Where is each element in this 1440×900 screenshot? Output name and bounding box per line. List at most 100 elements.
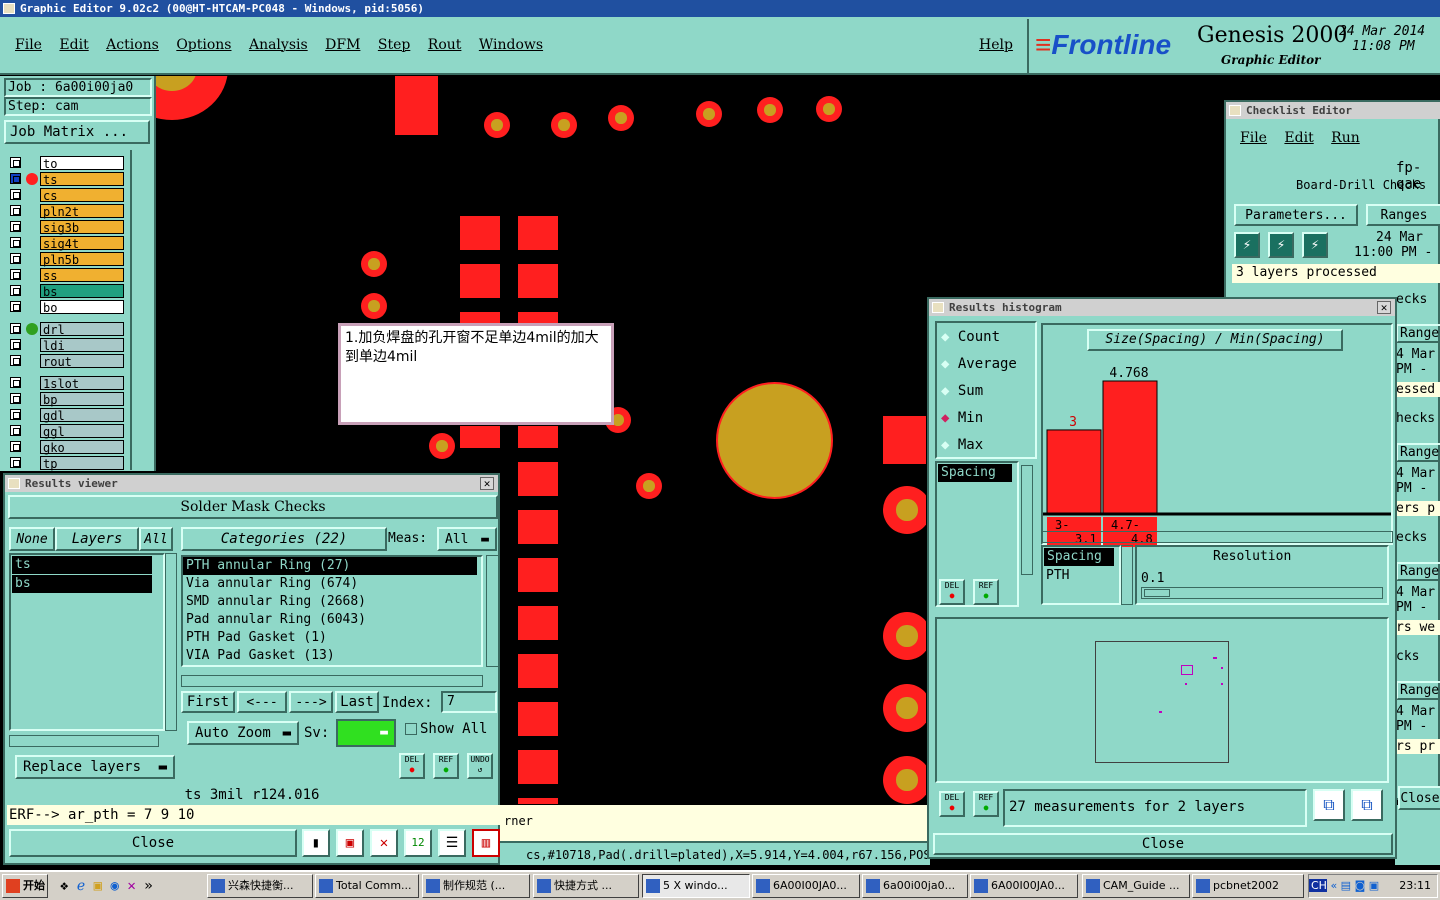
checklist-titlebar[interactable]: Checklist Editor: [1226, 102, 1440, 119]
layer-row[interactable]: drl: [8, 322, 124, 337]
run-check-icon[interactable]: ⚡: [1234, 232, 1260, 258]
rv-del-button[interactable]: DEL ●: [399, 753, 425, 779]
rv-ref-button[interactable]: REF ●: [433, 753, 459, 779]
layer-row[interactable]: bs: [8, 284, 124, 299]
hist-del-button[interactable]: DEL ●: [939, 579, 965, 605]
rv-index-input[interactable]: 7: [441, 691, 497, 713]
taskbar-item[interactable]: 6A00I00JA0...: [970, 874, 1078, 898]
browser-icon[interactable]: ◉: [110, 878, 118, 894]
rv-category-item[interactable]: VIA Pad Gasket (13): [183, 647, 481, 665]
hist-list-scroll[interactable]: [1021, 465, 1033, 575]
layer-checkbox[interactable]: [10, 157, 21, 168]
layer-checkbox[interactable]: [10, 269, 21, 280]
taskbar-item[interactable]: 快捷方式 ...: [533, 874, 639, 898]
layer-name[interactable]: ldi: [40, 338, 124, 353]
rv-prev-button[interactable]: <---: [237, 691, 287, 713]
layer-name[interactable]: pln2t: [40, 204, 124, 219]
rv-next-button[interactable]: --->: [289, 691, 333, 713]
layer-row[interactable]: pln5b: [8, 252, 124, 267]
layer-row[interactable]: bp: [8, 392, 124, 407]
layer-name[interactable]: ggl: [40, 424, 124, 439]
genesis-icon[interactable]: ✕: [127, 878, 135, 894]
results-viewer-titlebar[interactable]: Results viewer ✕: [5, 475, 498, 492]
layer-checkbox[interactable]: [10, 205, 21, 216]
layer-row[interactable]: tp: [8, 456, 124, 471]
layer-row[interactable]: ggl: [8, 424, 124, 439]
layer-checkbox[interactable]: [10, 441, 21, 452]
layer-checkbox[interactable]: [10, 409, 21, 420]
layer-name[interactable]: gdl: [40, 408, 124, 423]
checklist-side-item[interactable]: Ranges: [1396, 681, 1440, 700]
rv-layer-item[interactable]: bs: [12, 575, 152, 593]
window-tool-icon[interactable]: ▣: [336, 829, 364, 857]
chart-tool-icon[interactable]: ▮: [302, 829, 330, 857]
run-check-icon[interactable]: ⚡: [1302, 232, 1328, 258]
layer-checkbox[interactable]: [10, 339, 21, 350]
more-icon[interactable]: »: [144, 878, 152, 894]
job-matrix-button[interactable]: Job Matrix ...: [4, 120, 150, 144]
rv-layer-item[interactable]: ts: [12, 556, 152, 574]
menu-dfm[interactable]: DFM: [325, 37, 360, 53]
layer-checkbox[interactable]: [10, 189, 21, 200]
close-icon[interactable]: ✕: [1377, 301, 1391, 314]
rv-layer-hscroll[interactable]: [9, 735, 159, 747]
rv-category-item[interactable]: Pad annular Ring (6043): [183, 611, 481, 629]
rv-category-hscroll[interactable]: [181, 675, 483, 687]
hist-hscroll[interactable]: [1041, 531, 1393, 543]
checklist-side-item[interactable]: Ranges: [1396, 324, 1440, 343]
menu-rout[interactable]: Rout: [428, 37, 462, 53]
hist-ref2-button[interactable]: REF ●: [973, 791, 999, 817]
taskbar-item[interactable]: 5 X windo...: [642, 874, 750, 898]
layer-row[interactable]: bo: [8, 300, 124, 315]
layer-row[interactable]: to: [8, 156, 124, 171]
layer-name[interactable]: ts: [40, 172, 124, 187]
taskbar-item[interactable]: Total Comm...: [315, 874, 419, 898]
windows-icon[interactable]: ❖: [60, 878, 68, 894]
layer-checkbox[interactable]: [10, 301, 21, 312]
menu-analysis[interactable]: Analysis: [249, 37, 308, 53]
layer-name[interactable]: gko: [40, 440, 124, 455]
delete-tool-icon[interactable]: ✕: [370, 829, 398, 857]
menu-options[interactable]: Options: [176, 37, 231, 53]
layer-row[interactable]: cs: [8, 188, 124, 203]
rv-sv-color[interactable]: ▬: [336, 719, 396, 747]
parameters-button[interactable]: Parameters...: [1234, 204, 1358, 226]
layer-name[interactable]: cs: [40, 188, 124, 203]
layer-row[interactable]: 1slot: [8, 376, 124, 391]
checklist-side-item[interactable]: Ranges: [1396, 443, 1440, 462]
rv-category-item[interactable]: PTH Pad Gasket (1): [183, 629, 481, 647]
taskbar-item[interactable]: pcbnet2002: [1192, 874, 1304, 898]
layer-checkbox[interactable]: [10, 355, 21, 366]
hist-bar[interactable]: [1046, 429, 1102, 514]
menu-windows[interactable]: Windows: [479, 37, 543, 53]
menu-edit[interactable]: Edit: [59, 37, 88, 53]
layer-checkbox[interactable]: [10, 393, 21, 404]
layer-name[interactable]: rout: [40, 354, 124, 369]
rv-auto-zoom-select[interactable]: Auto Zoom ▬: [187, 721, 299, 745]
taskbar-item[interactable]: 6A00I00JA0...: [752, 874, 860, 898]
layer-name[interactable]: to: [40, 156, 124, 171]
layer-name[interactable]: sig3b: [40, 220, 124, 235]
rv-first-button[interactable]: First: [181, 691, 235, 713]
hist-field-scroll[interactable]: [1121, 545, 1133, 605]
hist-zoom-icon[interactable]: ⧉: [1313, 789, 1345, 821]
layer-checkbox[interactable]: [10, 377, 21, 388]
lang-indicator[interactable]: CH: [1309, 879, 1327, 892]
hist-option-min[interactable]: ◆ Min: [941, 410, 983, 426]
layer-row[interactable]: pln2t: [8, 204, 124, 219]
layer-list-scroll[interactable]: [130, 150, 154, 470]
layer-row[interactable]: gko: [8, 440, 124, 455]
hist-field1[interactable]: Spacing: [1044, 548, 1114, 566]
layer-checkbox[interactable]: [10, 425, 21, 436]
taskbar-item[interactable]: 兴森快捷衡...: [207, 874, 313, 898]
layer-checkbox[interactable]: [10, 221, 21, 232]
taskbar-item[interactable]: CAM_Guide ...: [1082, 874, 1190, 898]
layer-checkbox[interactable]: [10, 237, 21, 248]
hist-option-max[interactable]: ◆ Max: [941, 437, 983, 453]
layer-name[interactable]: sig4t: [40, 236, 124, 251]
menu-file[interactable]: File: [15, 37, 42, 53]
hist-list-item[interactable]: Spacing: [938, 464, 1012, 482]
rv-layer-list[interactable]: ts bs: [9, 553, 165, 731]
number-tool-icon[interactable]: 12: [404, 829, 432, 857]
rv-meas-select[interactable]: All ▬: [437, 527, 497, 551]
